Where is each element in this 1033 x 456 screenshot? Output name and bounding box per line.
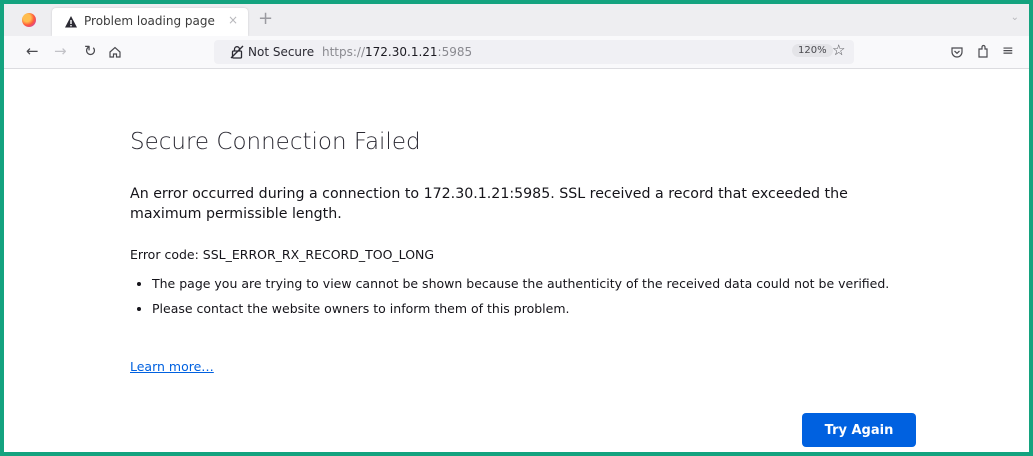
lock-icon[interactable] [230, 45, 244, 59]
screenshot-frame: Problem loading page × + ⌄ ← → ↻ Not Sec… [0, 0, 1033, 456]
error-code: Error code: SSL_ERROR_RX_RECORD_TOO_LONG [130, 247, 435, 262]
extensions-icon[interactable] [976, 44, 990, 59]
zoom-indicator[interactable]: 120% [792, 44, 833, 57]
list-item: The page you are trying to view cannot b… [152, 276, 922, 292]
forward-arrow-icon[interactable]: → [54, 42, 67, 60]
page-title: Secure Connection Failed [130, 129, 421, 155]
tab-title: Problem loading page [84, 14, 215, 28]
learn-more-link[interactable]: Learn more… [130, 359, 214, 374]
tab-strip: Problem loading page × + ⌄ [4, 4, 1029, 36]
navigation-toolbar: ← → ↻ Not Secure https://172.30.1.21:598… [4, 36, 1029, 69]
error-description: An error occurred during a connection to… [130, 186, 848, 222]
url-scheme: https:// [322, 45, 366, 59]
warning-icon [65, 16, 77, 28]
try-again-button[interactable]: Try Again [802, 413, 916, 447]
new-tab-button[interactable]: + [258, 8, 273, 29]
tab-active[interactable]: Problem loading page × [52, 8, 248, 36]
home-icon[interactable] [108, 45, 122, 59]
back-arrow-icon[interactable]: ← [26, 42, 39, 60]
url-host: 172.30.1.21 [365, 45, 438, 59]
menu-icon[interactable]: ≡ [1002, 43, 1014, 59]
url-port: :5985 [437, 45, 473, 59]
list-all-tabs-icon[interactable]: ⌄ [1011, 12, 1019, 23]
firefox-logo-icon [22, 13, 36, 27]
reload-icon[interactable]: ↻ [84, 42, 97, 60]
error-page: Secure Connection Failed An error occurr… [4, 69, 1029, 452]
url-text[interactable]: https://172.30.1.21:5985 [322, 45, 472, 59]
error-tips-list: The page you are trying to view cannot b… [130, 276, 922, 326]
url-bar[interactable]: Not Secure https://172.30.1.21:5985 120%… [214, 40, 854, 64]
bookmark-star-icon[interactable]: ☆ [832, 41, 845, 59]
pocket-icon[interactable] [950, 45, 964, 59]
tab-close-icon[interactable]: × [228, 13, 238, 27]
list-item: Please contact the website owners to inf… [152, 301, 922, 317]
not-secure-label[interactable]: Not Secure [248, 45, 314, 59]
